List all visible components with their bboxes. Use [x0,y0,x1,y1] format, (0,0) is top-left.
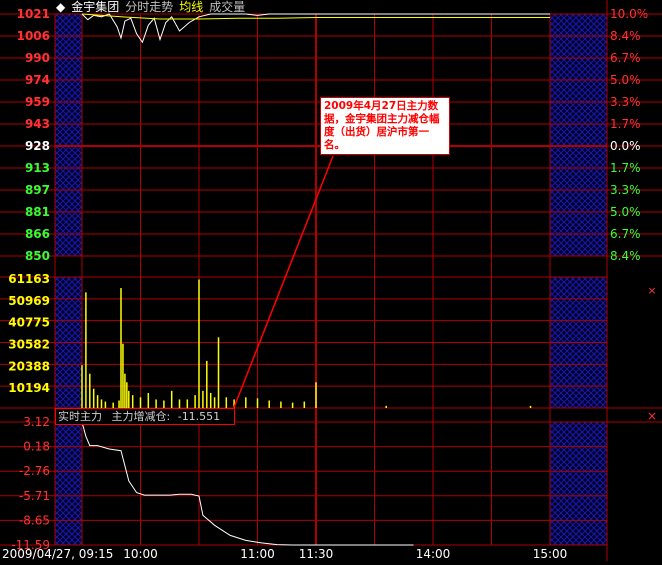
annotation-text: 2009年4月27日主力数据，金宇集团主力减仓幅度（出货）居沪市第一名。 [324,100,440,151]
time-tick-label: 11:30 [299,547,334,561]
time-tick-label: 11:00 [240,547,275,561]
intraday-chart[interactable]: 1021 1006 990 974 959 943 928 913 897 881 866 850 10… [0,0,662,561]
percent-tick-label: 5.0% [610,73,641,87]
volume-tick-label: 30582 [8,338,50,352]
flow-tick-label: -5.71 [19,489,50,503]
price-tick-label: 1021 [17,7,50,21]
annotation-box: 2009年4月27日主力数据，金宇集团主力减仓幅度（出货）居沪市第一名。 [320,97,450,155]
percent-tick-label: 8.4% [610,249,641,263]
percent-tick-label: 1.7% [610,161,641,175]
price-tick-label: 866 [25,227,50,241]
flow-tick-label: 3.12 [23,415,50,429]
legend-view-label: 分时走势 [125,0,174,14]
time-tick-label: 2009/04/27, 09:15 [2,547,113,561]
flow-line [81,421,414,546]
volume-tick-label: 61163 [8,272,50,286]
panel-close-icon: × [647,284,656,297]
price-tick-label: 881 [25,205,50,219]
volume-tick-label: 50969 [8,294,50,308]
price-tick-label: 850 [25,249,50,263]
percent-tick-label: 10.0% [610,7,648,21]
annotation-pointer-line [232,155,334,411]
legend-stock-name: 金宇集团 [71,0,120,14]
percent-tick-label: 8.4% [610,29,641,43]
legend-diamond-icon: ◆ [56,0,66,14]
volume-tick-label: 40775 [8,316,50,330]
flow-tick-label: -8.65 [19,513,50,527]
volume-tick-label: 10194 [8,381,50,395]
percent-tick-label: 6.7% [610,51,641,65]
after-close-region-2 [550,422,607,545]
legend-avg-label: 均线 [179,0,204,14]
flow-tick-label: -2.76 [19,464,50,478]
legend-volume-label: 成交量 [209,0,246,14]
flow-indicator-header: 实时主力 主力增减仓: -11.551 [55,408,235,425]
percent-tick-label: 0.0% [610,139,641,153]
price-tick-label: 990 [25,51,50,65]
price-tick-label: 928 [25,139,50,153]
premarket-region-0 [55,14,82,256]
price-tick-label: 974 [25,73,50,87]
chart-frame [54,13,608,546]
volume-tick-label: 20388 [8,359,50,373]
price-tick-label: 897 [25,183,50,197]
price-tick-label: 913 [25,161,50,175]
chart-canvas: 1021 1006 990 974 959 943 928 913 897 881 866 850 10… [0,0,662,561]
chart-legend: ◆ 金宇集团 分时走势 均线 成交量 [56,0,251,14]
price-tick-label: 1006 [17,29,50,43]
percent-tick-label: 5.0% [610,205,641,219]
flow-tick-label: 0.18 [23,440,50,454]
premarket-region-2 [55,422,82,545]
percent-tick-label: 3.3% [610,183,641,197]
percent-tick-label: 6.7% [610,227,641,241]
time-tick-label: 10:00 [123,547,158,561]
after-close-region-0 [550,14,607,256]
time-tick-label: 15:00 [533,547,568,561]
time-tick-label: 14:00 [416,547,451,561]
percent-tick-label: 1.7% [610,117,641,131]
flow-metric-label: 主力增减仓: [111,410,171,423]
flow-metric-value: -11.551 [177,410,221,423]
price-tick-label: 959 [25,95,50,109]
percent-tick-label: 3.3% [610,95,641,109]
price-tick-label: 943 [25,117,50,131]
flow-indicator-label: 实时主力 [58,410,102,423]
panel-close-icon: × [647,409,657,423]
